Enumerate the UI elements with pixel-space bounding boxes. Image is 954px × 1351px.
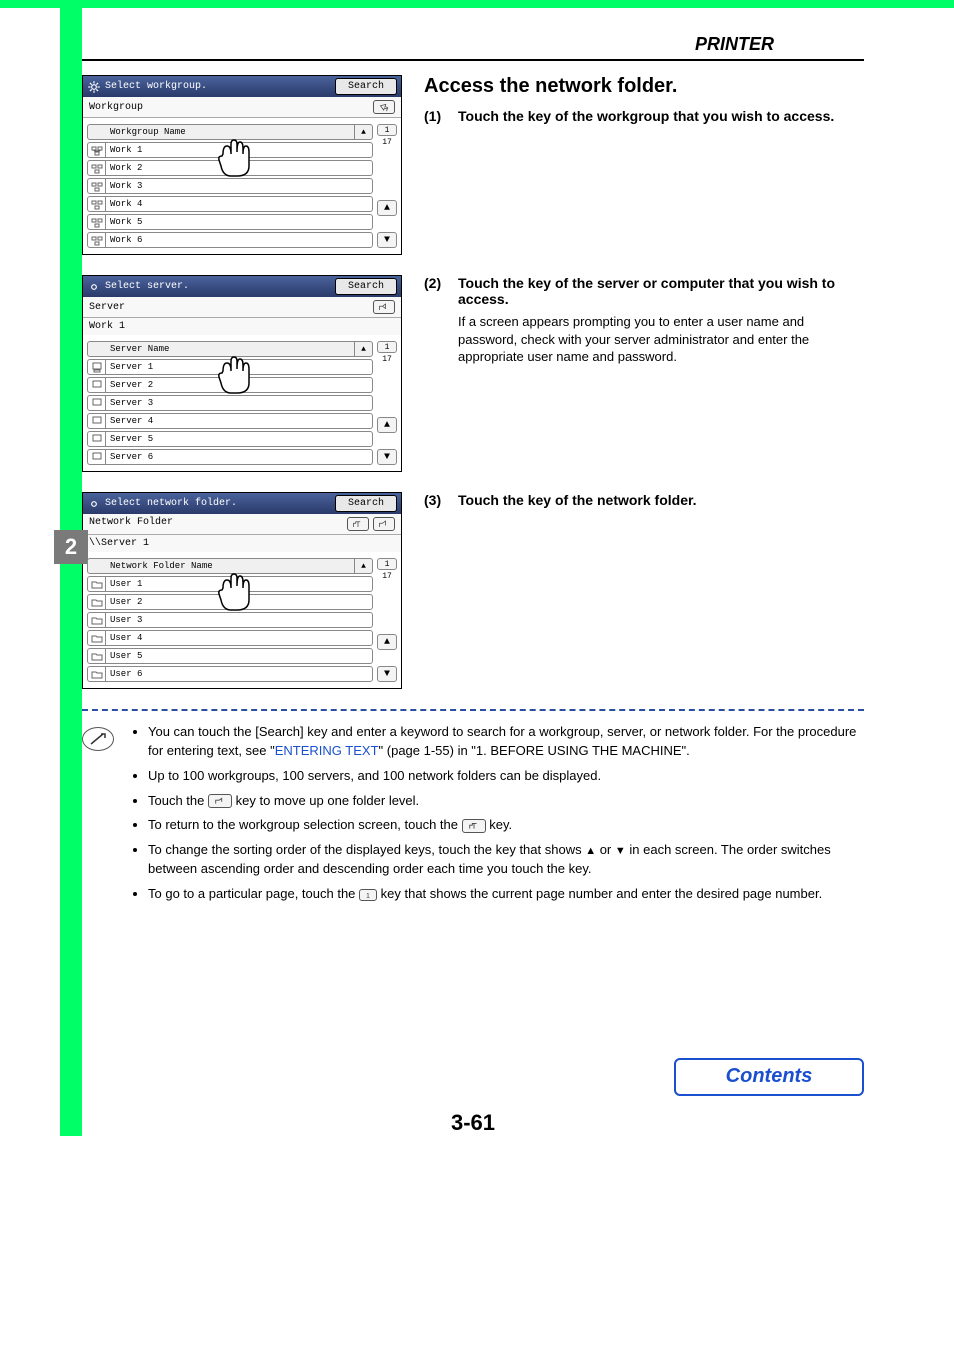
hand-pointer-icon xyxy=(213,353,253,397)
page-number-button[interactable]: 1 xyxy=(377,124,397,136)
step2-text: Touch the key of the server or computer … xyxy=(458,275,864,307)
folder-icon xyxy=(88,595,106,609)
panel-title: Select workgroup. xyxy=(105,81,331,92)
list-item[interactable]: User 5 xyxy=(87,648,373,664)
gear-icon xyxy=(87,80,101,94)
search-button[interactable]: Search xyxy=(335,278,397,295)
gear-icon xyxy=(87,280,101,294)
breadcrumb-path: \\Server 1 xyxy=(89,538,149,549)
breadcrumb-label: Workgroup xyxy=(89,102,143,113)
step3-num: (3) xyxy=(424,492,450,508)
page-number-button[interactable]: 1 xyxy=(377,341,397,353)
notes-list: You can touch the [Search] key and enter… xyxy=(130,723,864,910)
scroll-down-button[interactable]: ▼ xyxy=(377,232,397,248)
section-divider xyxy=(82,709,864,711)
list-item[interactable]: Server 4 xyxy=(87,413,373,429)
note-item: Touch the key to move up one folder leve… xyxy=(148,792,864,811)
step1-text: Touch the key of the workgroup that you … xyxy=(458,108,834,124)
note-icon xyxy=(82,727,114,751)
hand-pointer-icon xyxy=(213,570,253,614)
page-header: PRINTER xyxy=(60,8,864,61)
page-number-button[interactable]: 1 xyxy=(377,558,397,570)
up-level-button[interactable] xyxy=(373,300,395,314)
workgroup-icon xyxy=(88,215,106,229)
scroll-up-button[interactable]: ▲ xyxy=(377,417,397,433)
list-item[interactable]: User 3 xyxy=(87,612,373,628)
note-item: You can touch the [Search] key and enter… xyxy=(148,723,864,761)
server-icon xyxy=(88,396,106,410)
panel-title: Select network folder. xyxy=(105,498,331,509)
home-button[interactable] xyxy=(347,517,369,531)
page-total: 17 xyxy=(377,138,397,150)
panel-title: Select server. xyxy=(105,281,331,292)
list-item[interactable]: Work 4 xyxy=(87,196,373,212)
server-icon xyxy=(88,378,106,392)
entering-text-link[interactable]: ENTERING TEXT xyxy=(275,743,379,758)
server-icon xyxy=(88,450,106,464)
list-item[interactable]: Server 3 xyxy=(87,395,373,411)
list-item[interactable]: Server 5 xyxy=(87,431,373,447)
step3-text: Touch the key of the network folder. xyxy=(458,492,697,508)
note-item: Up to 100 workgroups, 100 servers, and 1… xyxy=(148,767,864,786)
page-number: 3-61 xyxy=(82,1110,864,1136)
sort-asc-icon: ▲ xyxy=(585,845,596,857)
hand-pointer-icon xyxy=(213,136,253,180)
breadcrumb-label: Server xyxy=(89,302,125,313)
left-accent-bar xyxy=(60,0,82,1136)
list-item[interactable]: Work 3 xyxy=(87,178,373,194)
sort-asc-icon: ▲ xyxy=(354,342,372,356)
scroll-down-button[interactable]: ▼ xyxy=(377,449,397,465)
breadcrumb-path: Work 1 xyxy=(89,321,125,332)
gear-icon xyxy=(87,497,101,511)
step1-num: (1) xyxy=(424,108,450,124)
top-accent-bar xyxy=(0,0,954,8)
page-total: 17 xyxy=(377,572,397,584)
sort-desc-icon: ▼ xyxy=(615,845,626,857)
header-title: PRINTER xyxy=(695,34,774,54)
folder-icon xyxy=(88,631,106,645)
workgroup-icon xyxy=(88,161,106,175)
list-item[interactable]: Work 6 xyxy=(87,232,373,248)
up-level-button[interactable] xyxy=(373,517,395,531)
svg-text:1: 1 xyxy=(366,893,370,900)
folder-icon xyxy=(88,613,106,627)
sort-asc-icon: ▲ xyxy=(354,559,372,573)
home-key-icon xyxy=(462,819,486,833)
page-total: 17 xyxy=(377,355,397,367)
scroll-up-button[interactable]: ▲ xyxy=(377,634,397,650)
workgroup-icon xyxy=(88,179,106,193)
workgroup-screen: Select workgroup. Search Workgroup Workg… xyxy=(82,75,402,255)
folder-screen: Select network folder. Search Network Fo… xyxy=(82,492,402,689)
note-item: To return to the workgroup selection scr… xyxy=(148,816,864,835)
scroll-up-button[interactable]: ▲ xyxy=(377,200,397,216)
search-button[interactable]: Search xyxy=(335,495,397,512)
list-item[interactable]: Work 5 xyxy=(87,214,373,230)
server-icon xyxy=(88,432,106,446)
breadcrumb-label: Network Folder xyxy=(89,517,343,531)
contents-button[interactable]: Contents xyxy=(674,1058,864,1096)
search-button[interactable]: Search xyxy=(335,78,397,95)
scroll-down-button[interactable]: ▼ xyxy=(377,666,397,682)
list-item[interactable]: User 4 xyxy=(87,630,373,646)
workgroup-icon xyxy=(88,143,106,157)
list-item[interactable]: User 6 xyxy=(87,666,373,682)
note-item: To go to a particular page, touch the 1 … xyxy=(148,885,864,904)
server-screen: Select server. Search Server Work 1 Serv… xyxy=(82,275,402,472)
section-heading: Access the network folder. xyxy=(424,75,864,98)
server-icon xyxy=(88,414,106,428)
step2-num: (2) xyxy=(424,275,450,307)
workgroup-icon xyxy=(88,197,106,211)
step2-note: If a screen appears prompting you to ent… xyxy=(458,313,864,366)
folder-icon xyxy=(88,667,106,681)
list-item[interactable]: Server 6 xyxy=(87,449,373,465)
page-num-key-icon: 1 xyxy=(359,889,377,901)
server-icon xyxy=(88,360,106,374)
workgroup-icon xyxy=(88,233,106,247)
up-level-button[interactable] xyxy=(373,100,395,114)
note-item: To change the sorting order of the displ… xyxy=(148,841,864,879)
folder-icon xyxy=(88,649,106,663)
folder-icon xyxy=(88,577,106,591)
up-level-key-icon xyxy=(208,794,232,808)
sort-asc-icon: ▲ xyxy=(354,125,372,139)
